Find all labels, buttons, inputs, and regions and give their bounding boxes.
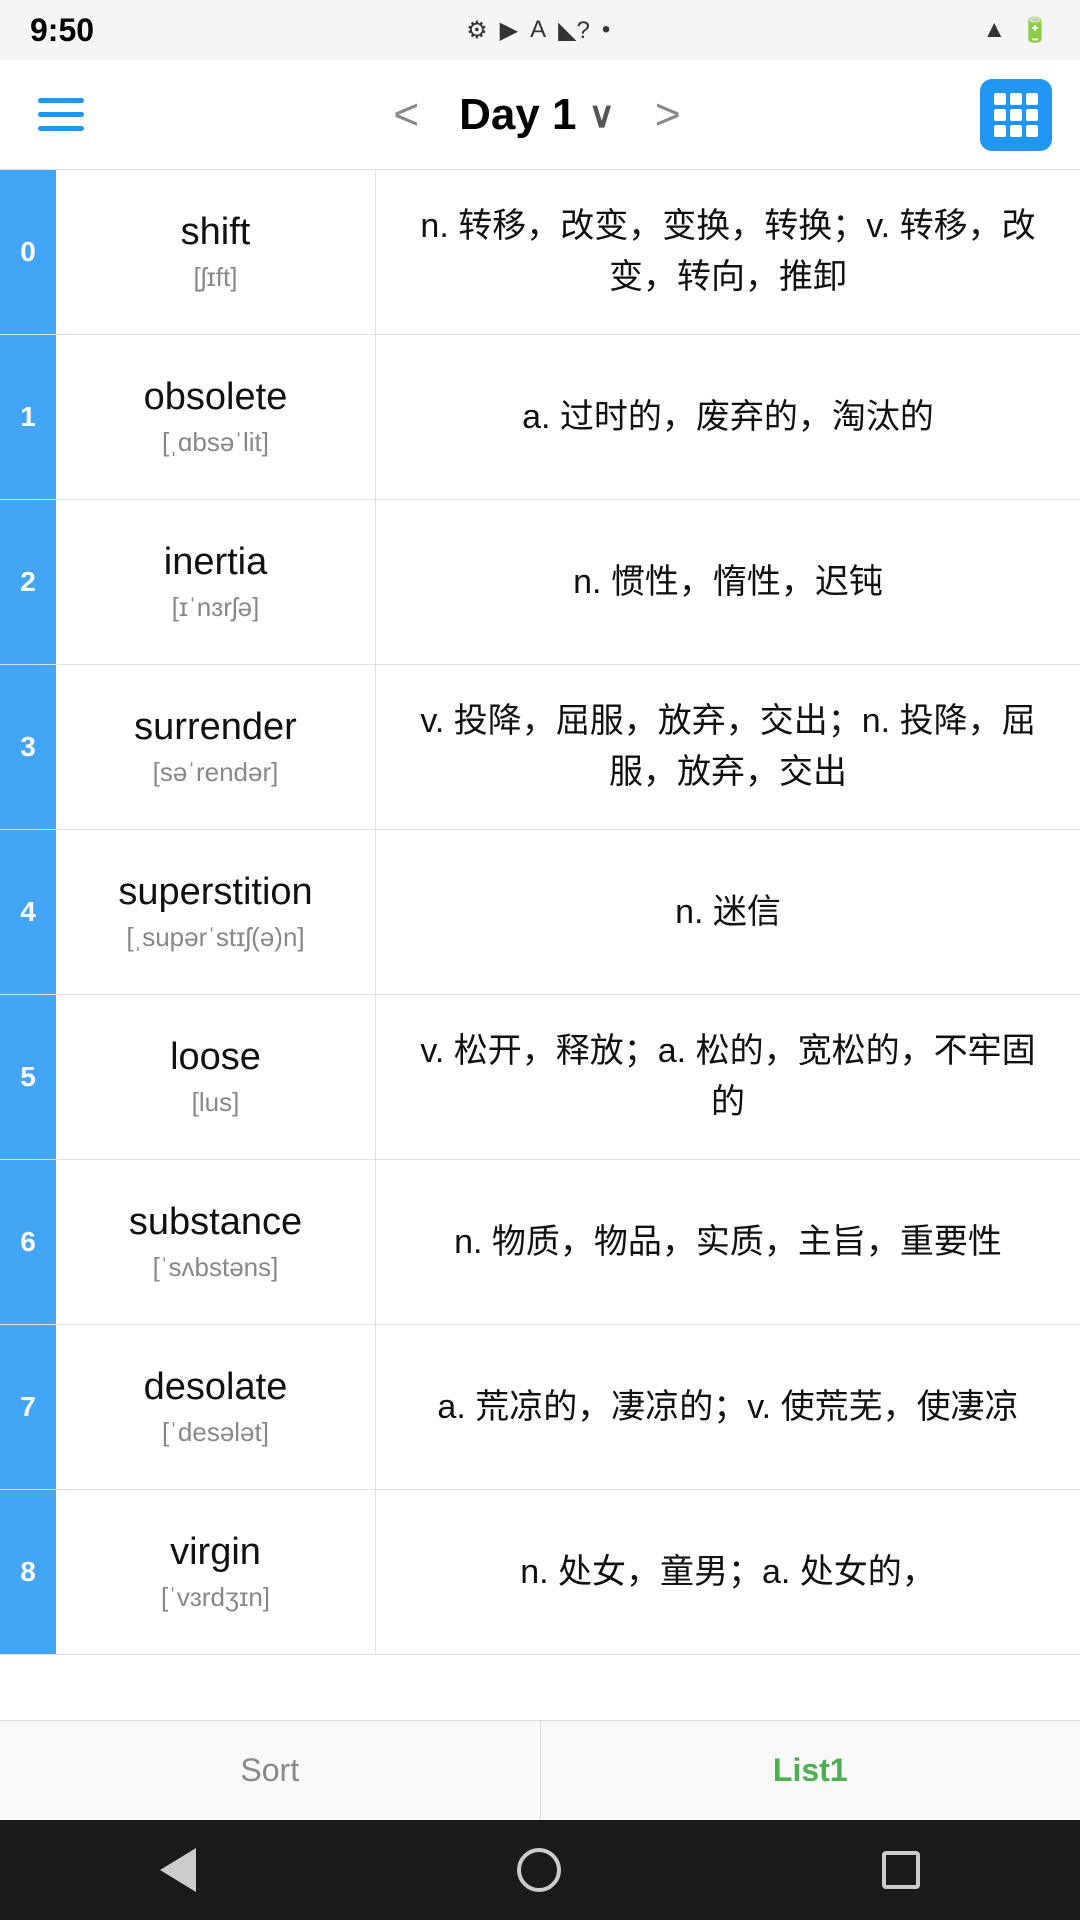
word-index: 7 <box>0 1325 56 1489</box>
word-row[interactable]: 3 surrender [səˈrendər] v. 投降，屈服，放弃，交出；n. 投… <box>0 665 1080 830</box>
status-time: 9:50 <box>30 12 94 49</box>
menu-line-1 <box>38 98 84 103</box>
word-index: 3 <box>0 665 56 829</box>
word-col: obsolete [ˌɑbsəˈlit] <box>56 335 376 499</box>
dot-icon: • <box>602 16 610 44</box>
menu-line-3 <box>38 126 84 131</box>
word-col: superstition [ˌsupərˈstɪʃ(ə)n] <box>56 830 376 994</box>
word-definition: a. 荒凉的，凄凉的；v. 使荒芜，使凄凉 <box>376 1325 1080 1489</box>
battery-icon: 🔋 <box>1020 16 1050 45</box>
word-definition: n. 惯性，惰性，迟钝 <box>376 500 1080 664</box>
status-right: ▲ 🔋 <box>982 16 1050 45</box>
word-definition: n. 物质，物品，实质，主旨，重要性 <box>376 1160 1080 1324</box>
word-row[interactable]: 1 obsolete [ˌɑbsəˈlit] a. 过时的，废弃的，淘汰的 <box>0 335 1080 500</box>
sort-label: Sort <box>240 1752 299 1789</box>
back-icon <box>160 1848 196 1892</box>
chevron-down-icon: ∨ <box>589 94 615 136</box>
word-phonetic: [ˈdesələt] <box>162 1417 269 1448</box>
word-col: surrender [səˈrendər] <box>56 665 376 829</box>
grid-icon <box>994 93 1038 137</box>
recent-icon <box>882 1851 920 1889</box>
word-row[interactable]: 0 shift [ʃɪft] n. 转移，改变，变换，转换；v. 转移，改变，转向，推… <box>0 170 1080 335</box>
word-row[interactable]: 5 loose [lus] v. 松开，释放；a. 松的，宽松的，不牢固的 <box>0 995 1080 1160</box>
word-col: desolate [ˈdesələt] <box>56 1325 376 1489</box>
next-button[interactable]: > <box>645 90 691 140</box>
word-english: substance <box>129 1201 302 1244</box>
word-phonetic: [ˈvɜrdʒɪn] <box>161 1582 270 1613</box>
signal-icon: ▲ <box>982 16 1006 44</box>
word-phonetic: [ˌsupərˈstɪʃ(ə)n] <box>126 922 304 953</box>
word-index: 1 <box>0 335 56 499</box>
word-index: 4 <box>0 830 56 994</box>
nav-recent-button[interactable] <box>882 1851 920 1889</box>
day-title[interactable]: Day 1 ∨ <box>459 90 615 140</box>
word-phonetic: [ʃɪft] <box>194 262 238 293</box>
word-col: shift [ʃɪft] <box>56 170 376 334</box>
word-definition: v. 投降，屈服，放弃，交出；n. 投降，屈服，放弃，交出 <box>376 665 1080 829</box>
word-phonetic: [ˌɑbsəˈlit] <box>162 427 269 458</box>
word-definition: n. 处女，童男；a. 处女的， <box>376 1490 1080 1654</box>
word-col: loose [lus] <box>56 995 376 1159</box>
word-english: shift <box>181 211 251 254</box>
menu-line-2 <box>38 112 84 117</box>
tab-list1[interactable]: List1 <box>541 1721 1080 1820</box>
menu-button[interactable] <box>28 88 94 141</box>
tab-sort[interactable]: Sort <box>0 1721 541 1820</box>
status-icons: ⚙ ▶ A ◣? • <box>466 16 610 45</box>
word-phonetic: [lus] <box>192 1087 240 1118</box>
word-definition: v. 松开，释放；a. 松的，宽松的，不牢固的 <box>376 995 1080 1159</box>
word-english: superstition <box>118 871 312 914</box>
word-index: 0 <box>0 170 56 334</box>
word-index: 8 <box>0 1490 56 1654</box>
word-index: 2 <box>0 500 56 664</box>
word-col: inertia [ɪˈnɜrʃə] <box>56 500 376 664</box>
word-row[interactable]: 4 superstition [ˌsupərˈstɪʃ(ə)n] n. 迷信 <box>0 830 1080 995</box>
grid-view-button[interactable] <box>980 79 1052 151</box>
word-row[interactable]: 7 desolate [ˈdesələt] a. 荒凉的，凄凉的；v. 使荒芜，使凄凉 <box>0 1325 1080 1490</box>
word-english: inertia <box>164 541 268 584</box>
day-title-text: Day 1 <box>459 90 576 140</box>
word-col: substance [ˈsʌbstəns] <box>56 1160 376 1324</box>
wifi-icon: ◣? <box>558 16 590 45</box>
word-row[interactable]: 2 inertia [ɪˈnɜrʃə] n. 惯性，惰性，迟钝 <box>0 500 1080 665</box>
android-nav-bar <box>0 1820 1080 1920</box>
home-icon <box>517 1848 561 1892</box>
word-row[interactable]: 6 substance [ˈsʌbstəns] n. 物质，物品，实质，主旨，重要性 <box>0 1160 1080 1325</box>
word-list: 0 shift [ʃɪft] n. 转移，改变，变换，转换；v. 转移，改变，转向，推… <box>0 170 1080 1720</box>
bottom-bar: Sort List1 <box>0 1720 1080 1820</box>
play-icon: ▶ <box>500 16 518 45</box>
prev-button[interactable]: < <box>383 90 429 140</box>
word-english: loose <box>170 1036 261 1079</box>
word-phonetic: [ɪˈnɜrʃə] <box>172 592 260 623</box>
list1-label: List1 <box>773 1752 848 1789</box>
word-english: surrender <box>134 706 297 749</box>
toolbar: < Day 1 ∨ > <box>0 60 1080 170</box>
nav-home-button[interactable] <box>517 1848 561 1892</box>
word-english: desolate <box>144 1366 288 1409</box>
word-definition: n. 转移，改变，变换，转换；v. 转移，改变，转向，推卸 <box>376 170 1080 334</box>
word-index: 5 <box>0 995 56 1159</box>
word-english: obsolete <box>144 376 288 419</box>
word-definition: a. 过时的，废弃的，淘汰的 <box>376 335 1080 499</box>
word-phonetic: [ˈsʌbstəns] <box>153 1252 279 1283</box>
word-index: 6 <box>0 1160 56 1324</box>
word-definition: n. 迷信 <box>376 830 1080 994</box>
word-col: virgin [ˈvɜrdʒɪn] <box>56 1490 376 1654</box>
word-phonetic: [səˈrendər] <box>153 757 279 788</box>
font-icon: A <box>530 16 546 44</box>
status-bar: 9:50 ⚙ ▶ A ◣? • ▲ 🔋 <box>0 0 1080 60</box>
word-row[interactable]: 8 virgin [ˈvɜrdʒɪn] n. 处女，童男；a. 处女的， <box>0 1490 1080 1655</box>
settings-icon: ⚙ <box>466 16 488 45</box>
toolbar-nav: < Day 1 ∨ > <box>383 90 690 140</box>
word-english: virgin <box>170 1531 261 1574</box>
nav-back-button[interactable] <box>160 1848 196 1892</box>
